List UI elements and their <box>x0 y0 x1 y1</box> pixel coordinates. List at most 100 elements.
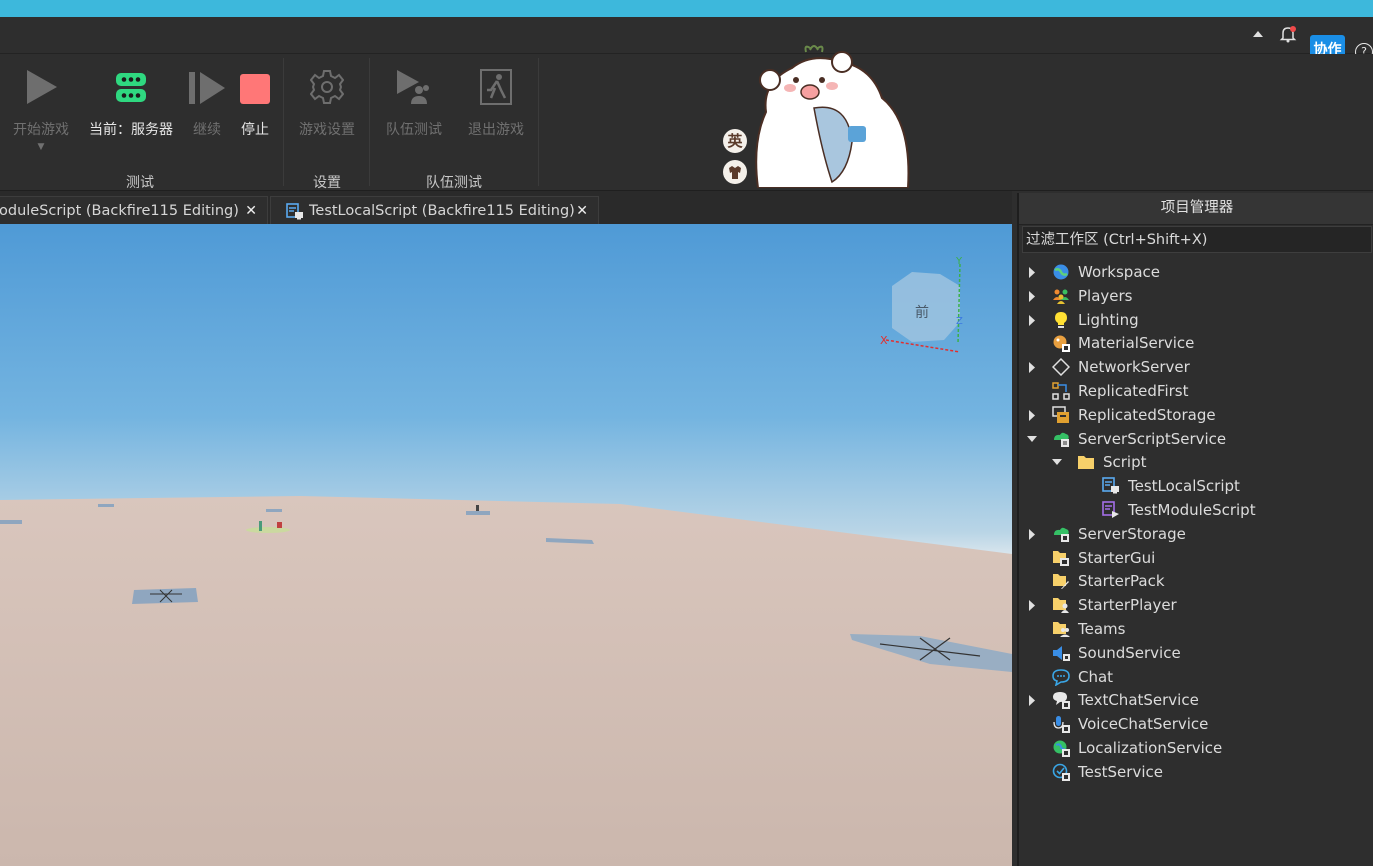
explorer-item-lighting[interactable]: Lighting <box>1019 309 1373 332</box>
explorer-filter-input[interactable]: 过滤工作区 (Ctrl+Shift+X) <box>1022 226 1372 253</box>
ribbon-separator <box>369 58 370 186</box>
explorer-item-networkserver[interactable]: NetworkServer <box>1019 356 1373 379</box>
resume-button[interactable]: 继续 <box>184 54 230 164</box>
explorer-item-replicatedfirst[interactable]: ReplicatedFirst <box>1019 380 1373 403</box>
explorer-item-chat[interactable]: Chat <box>1019 666 1373 689</box>
material-service-icon <box>1052 334 1070 353</box>
explorer-item-label: Players <box>1078 286 1133 305</box>
explorer-item-serverscriptservice[interactable]: ServerScriptService <box>1019 428 1373 451</box>
chevron-right-icon[interactable] <box>1026 309 1038 332</box>
chevron-right-icon[interactable] <box>1026 689 1038 712</box>
view-cube-front-label: 前 <box>915 305 929 321</box>
server-icon <box>116 73 146 102</box>
replicated-storage-icon <box>1052 406 1070 424</box>
ribbon-toolbar: 开始游戏 ▼ 当前：服务器 继续 停止 测试 游戏设置 设置 队伍测试 退出游戏… <box>0 45 1373 191</box>
3d-viewport[interactable]: 前 Y X Z <box>0 224 1012 866</box>
explorer-item-label: ServerStorage <box>1078 524 1186 543</box>
explorer-item-label: StarterPlayer <box>1078 596 1177 615</box>
gear-icon <box>310 70 344 104</box>
explorer-item-workspace[interactable]: Workspace <box>1019 261 1373 284</box>
explorer-item-label: ReplicatedStorage <box>1078 405 1216 424</box>
explorer-item-teams[interactable]: Teams <box>1019 618 1373 641</box>
explorer-item-label: SoundService <box>1078 643 1181 662</box>
explorer-item-startergui[interactable]: StarterGui <box>1019 547 1373 570</box>
chevron-right-icon[interactable] <box>1026 594 1038 617</box>
chevron-right-icon[interactable] <box>1026 523 1038 546</box>
baseplate-terrain <box>0 263 1012 866</box>
close-icon[interactable]: ✕ <box>245 197 257 225</box>
stop-button[interactable]: 停止 <box>234 54 276 164</box>
explorer-item-soundservice[interactable]: SoundService <box>1019 642 1373 665</box>
play-icon <box>27 70 57 104</box>
explorer-item-label: StarterGui <box>1078 548 1156 567</box>
group-label-settings: 设置 <box>313 175 341 191</box>
tab-module-script[interactable]: oduleScript (Backfire115 Editing) ✕ <box>0 196 268 225</box>
explorer-item-label: StarterPack <box>1078 572 1165 591</box>
test-service-icon <box>1052 763 1070 781</box>
ribbon-separator <box>538 58 539 186</box>
folder-icon <box>1077 453 1095 471</box>
explorer-item-label: NetworkServer <box>1078 358 1190 377</box>
group-label-test: 测试 <box>126 175 154 191</box>
menu-bar: 协作 ? <box>0 17 1373 66</box>
ime-skin-icon[interactable] <box>723 160 747 184</box>
explorer-item-script[interactable]: Script <box>1019 451 1373 474</box>
close-icon[interactable]: ✕ <box>576 197 588 225</box>
tab-test-local-script[interactable]: TestLocalScript (Backfire115 Editing) ✕ <box>270 196 599 225</box>
explorer-item-label: Chat <box>1078 667 1114 686</box>
local-script-icon <box>1102 477 1120 495</box>
explorer-item-voicechatservice[interactable]: VoiceChatService <box>1019 713 1373 736</box>
explorer-title: 项目管理器 <box>1019 193 1373 225</box>
server-storage-icon <box>1052 525 1070 543</box>
chevron-right-icon[interactable] <box>1026 285 1038 308</box>
play-button[interactable]: 开始游戏 ▼ <box>5 54 77 164</box>
chevron-right-icon[interactable] <box>1026 404 1038 427</box>
players-icon <box>1052 287 1070 305</box>
explorer-item-label: MaterialService <box>1078 334 1195 353</box>
starter-pack-icon <box>1052 572 1070 590</box>
local-script-icon <box>286 203 303 220</box>
workspace-icon <box>1052 263 1070 281</box>
bear-sticker-image <box>755 45 910 188</box>
explorer-item-replicatedstorage[interactable]: ReplicatedStorage <box>1019 404 1373 427</box>
explorer-item-players[interactable]: Players <box>1019 285 1373 308</box>
chevron-right-icon[interactable] <box>1026 261 1038 284</box>
explorer-item-localizationservice[interactable]: LocalizationService <box>1019 737 1373 760</box>
team-test-button[interactable]: 队伍测试 <box>378 54 450 164</box>
explorer-item-testmodulescript[interactable]: TestModuleScript <box>1019 499 1373 522</box>
explorer-item-starterplayer[interactable]: StarterPlayer <box>1019 594 1373 617</box>
chevron-down-icon[interactable]: ▼ <box>5 142 77 152</box>
explorer-item-textchatservice[interactable]: TextChatService <box>1019 689 1373 712</box>
axis-x-label: X <box>880 334 888 347</box>
explorer-item-testservice[interactable]: TestService <box>1019 761 1373 784</box>
chevron-up-icon[interactable] <box>1248 25 1268 45</box>
server-script-service-icon <box>1052 430 1070 448</box>
explorer-item-starterpack[interactable]: StarterPack <box>1019 570 1373 593</box>
explorer-item-label: TestService <box>1078 762 1163 781</box>
bell-icon[interactable] <box>1278 25 1298 45</box>
chevron-down-icon[interactable] <box>1051 451 1063 474</box>
current-server-button[interactable]: 当前：服务器 <box>82 54 180 164</box>
ime-language-badge[interactable]: 英 <box>723 129 747 153</box>
explorer-item-serverstorage[interactable]: ServerStorage <box>1019 523 1373 546</box>
starter-gui-icon <box>1052 549 1070 567</box>
script-tab-bar: oduleScript (Backfire115 Editing) ✕ Test… <box>0 191 1012 225</box>
replicated-first-icon <box>1052 382 1070 400</box>
explorer-item-label: Workspace <box>1078 263 1160 281</box>
explorer-item-label: TextChatService <box>1078 691 1199 710</box>
explorer-item-label: Script <box>1103 453 1147 472</box>
game-settings-button[interactable]: 游戏设置 <box>290 54 364 164</box>
exit-game-button[interactable]: 退出游戏 <box>460 54 532 164</box>
lightbulb-icon <box>1052 311 1070 329</box>
window-title-bar <box>0 0 1373 17</box>
diamond-icon <box>1051 358 1071 377</box>
voice-chat-icon <box>1052 715 1070 734</box>
explorer-item-materialservice[interactable]: MaterialService <box>1019 332 1373 355</box>
stop-icon <box>240 74 270 104</box>
team-test-icon <box>397 70 429 104</box>
explorer-item-testlocalscript[interactable]: TestLocalScript <box>1019 475 1373 498</box>
explorer-item-label: ServerScriptService <box>1078 429 1227 448</box>
chevron-down-icon[interactable] <box>1026 428 1038 451</box>
chevron-right-icon[interactable] <box>1026 356 1038 379</box>
axis-z-label: Z <box>956 316 963 327</box>
